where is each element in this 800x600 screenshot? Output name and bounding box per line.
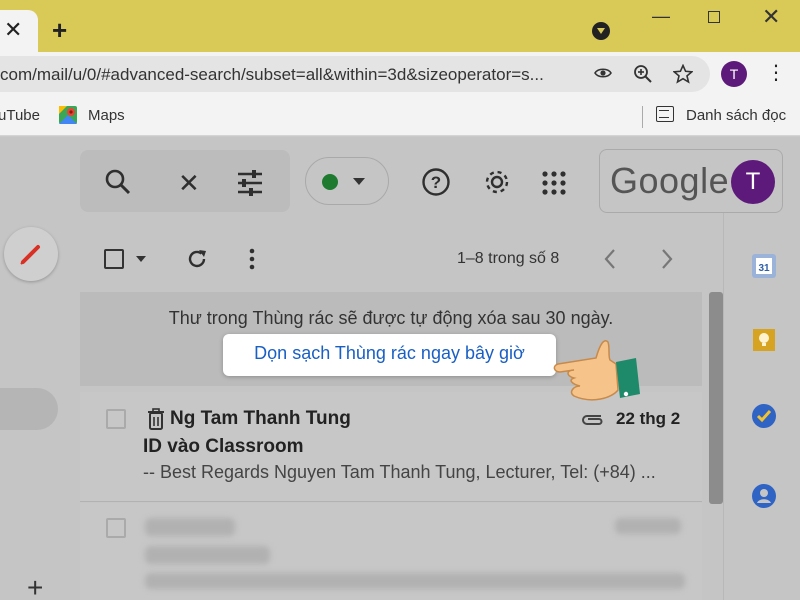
browser-toolbar: com/mail/u/0/#advanced-search/subset=all… bbox=[0, 52, 800, 98]
svg-text:?: ? bbox=[431, 173, 441, 192]
tasks-icon[interactable] bbox=[751, 403, 777, 429]
next-page-icon[interactable] bbox=[660, 248, 674, 275]
hand-pointer-icon bbox=[553, 340, 640, 401]
account-avatar[interactable]: T bbox=[731, 160, 775, 204]
url-text[interactable]: com/mail/u/0/#advanced-search/subset=all… bbox=[0, 65, 544, 85]
keep-icon[interactable] bbox=[751, 327, 777, 353]
email-date: 22 thg 2 bbox=[616, 409, 681, 428]
zoom-icon[interactable] bbox=[632, 64, 654, 88]
empty-trash-button[interactable]: Dọn sạch Thùng rác ngay bây giờ bbox=[223, 334, 556, 376]
chevron-down-icon bbox=[353, 178, 365, 185]
reading-list-label[interactable]: Danh sách đọc bbox=[686, 107, 786, 124]
new-tab-button[interactable]: + bbox=[52, 16, 67, 44]
maximize-button[interactable] bbox=[708, 11, 720, 23]
email-sender: Ng Tam Thanh Tung bbox=[170, 408, 351, 429]
blurred-sender bbox=[145, 518, 235, 536]
blurred-snippet bbox=[145, 573, 685, 589]
calendar-icon[interactable]: 31 bbox=[751, 253, 777, 279]
refresh-icon[interactable] bbox=[186, 248, 208, 275]
close-window-button[interactable]: ✕ bbox=[762, 4, 780, 30]
email-row-checkbox[interactable] bbox=[106, 409, 126, 429]
svg-text:31: 31 bbox=[758, 263, 770, 274]
bookmarks-bar: uTube Maps Danh sách đọc bbox=[0, 98, 800, 136]
side-panel-divider bbox=[723, 213, 724, 600]
trash-icon bbox=[148, 408, 164, 430]
trash-notice-text: Thư trong Thùng rác sẽ được tự động xóa … bbox=[168, 308, 614, 328]
apps-grid-icon[interactable] bbox=[541, 170, 567, 201]
minimize-button[interactable]: — bbox=[652, 6, 670, 27]
browser-tab[interactable]: ✕ bbox=[0, 10, 38, 52]
bookmark-maps[interactable]: Maps bbox=[88, 107, 125, 124]
reading-list-icon[interactable] bbox=[656, 106, 674, 122]
status-dot-icon bbox=[322, 174, 338, 190]
blurred-date bbox=[615, 518, 681, 534]
profile-avatar[interactable]: T bbox=[721, 61, 747, 87]
empty-trash-label: Dọn sạch Thùng rác ngay bây giờ bbox=[254, 343, 525, 363]
search-icon[interactable] bbox=[104, 168, 132, 201]
email-subject: ID vào Classroom bbox=[143, 436, 304, 457]
tab-search-icon[interactable] bbox=[592, 22, 610, 40]
bookmarks-divider bbox=[642, 106, 643, 128]
star-icon[interactable] bbox=[672, 63, 694, 88]
email-snippet: -- Best Regards Nguyen Tam Thanh Tung, L… bbox=[143, 462, 656, 482]
prev-page-icon[interactable] bbox=[603, 248, 617, 275]
select-menu-chevron-icon[interactable] bbox=[136, 256, 146, 262]
help-icon[interactable]: ? bbox=[421, 167, 451, 202]
status-selector[interactable] bbox=[305, 157, 389, 205]
email-row-checkbox[interactable] bbox=[106, 518, 126, 538]
scrollbar[interactable] bbox=[709, 292, 723, 504]
contacts-icon[interactable] bbox=[751, 483, 777, 509]
tune-icon[interactable] bbox=[236, 170, 264, 201]
clear-search-icon[interactable]: ✕ bbox=[178, 170, 200, 196]
sidebar-item-trash[interactable] bbox=[0, 388, 58, 430]
select-all-checkbox[interactable] bbox=[104, 249, 124, 269]
attachment-icon bbox=[579, 411, 605, 434]
google-logo: Google bbox=[610, 160, 730, 201]
gear-icon[interactable] bbox=[482, 167, 512, 202]
browser-menu-icon[interactable]: ⋮ bbox=[766, 60, 786, 86]
address-bar[interactable]: com/mail/u/0/#advanced-search/subset=all… bbox=[0, 56, 710, 92]
tab-close-icon[interactable]: ✕ bbox=[4, 18, 22, 42]
compose-button[interactable] bbox=[4, 227, 58, 281]
title-bar bbox=[0, 0, 800, 52]
more-options-icon[interactable] bbox=[248, 248, 256, 275]
lens-icon[interactable] bbox=[592, 64, 614, 86]
bookmark-youtube[interactable]: uTube bbox=[0, 107, 40, 124]
add-label-icon[interactable]: + bbox=[27, 574, 43, 600]
pencil-icon bbox=[20, 245, 40, 265]
blurred-subject bbox=[145, 546, 270, 564]
pagination-text: 1–8 trong số 8 bbox=[457, 250, 560, 267]
maps-icon bbox=[59, 106, 77, 124]
